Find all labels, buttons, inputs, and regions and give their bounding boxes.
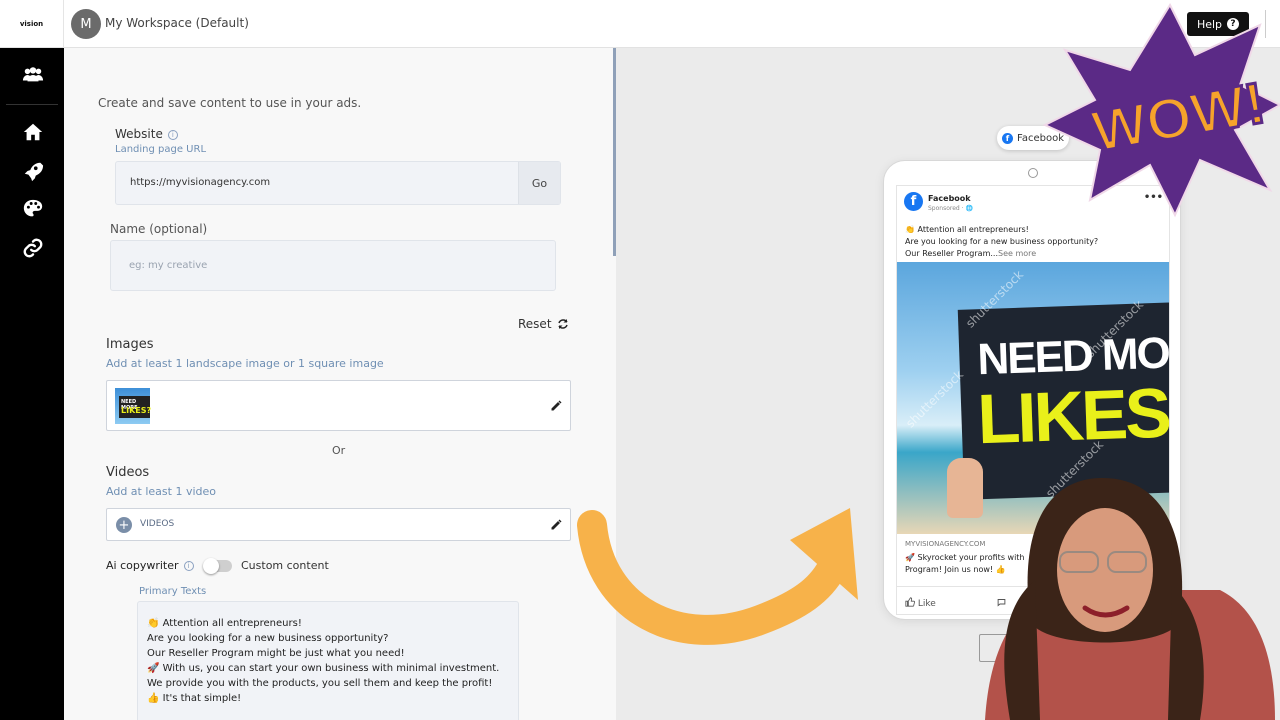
brand-logo[interactable]: vision <box>0 0 64 48</box>
reset-label: Reset <box>518 317 552 331</box>
divider <box>6 104 58 105</box>
primary-text-line: We provide you with the products, you se… <box>147 678 493 689</box>
users-icon[interactable] <box>22 64 44 86</box>
post-domain: MYVISIONAGENCY.COM <box>905 540 986 548</box>
palette-icon[interactable] <box>22 198 44 220</box>
post-page-name: Facebook <box>928 194 971 203</box>
facebook-icon: f <box>1002 132 1013 144</box>
toggle-knob <box>203 558 219 574</box>
post-text-line-with-more: Our Reseller Program...See more <box>905 248 1098 260</box>
website-label-text: Website <box>115 127 163 141</box>
wow-burst-text: WOW! <box>1087 70 1270 164</box>
image-thumbnail[interactable]: NEED MORE LIKES? <box>115 388 152 424</box>
plus-icon[interactable]: + <box>116 517 132 533</box>
custom-content-toggle[interactable] <box>203 558 232 574</box>
workspace-selector[interactable]: My Workspace (Default) <box>105 16 249 30</box>
post-sponsored-label: Sponsored · 🌐 <box>928 205 973 212</box>
rocket-icon[interactable] <box>22 160 44 182</box>
videos-sublabel: Add at least 1 video <box>106 485 216 498</box>
name-label: Name (optional) <box>110 222 208 236</box>
post-headline-line: 🚀 Skyrocket your profits with <box>905 553 1025 562</box>
pencil-icon[interactable] <box>550 519 562 531</box>
pencil-icon[interactable] <box>550 400 562 412</box>
post-headline: 🚀 Skyrocket your profits with Program! J… <box>905 552 1025 576</box>
more-options-icon[interactable]: ••• <box>1144 192 1163 203</box>
info-icon[interactable]: i <box>183 561 194 571</box>
videos-dropzone[interactable]: + VIDEOS <box>106 508 571 541</box>
help-label: Help <box>1196 17 1223 31</box>
workspace-avatar[interactable]: M <box>71 9 101 39</box>
primary-texts-label: Primary Texts <box>139 586 207 597</box>
post-text: 👏 Attention all entrepreneurs! Are you l… <box>905 224 1098 260</box>
post-headline-line: Program! Join us now! 👍 <box>905 565 1006 574</box>
name-input[interactable]: eg: my creative <box>110 240 556 291</box>
website-sublabel: Landing page URL <box>115 144 207 155</box>
ad-post-preview: f Facebook Sponsored · 🌐 ••• 👏 Attention… <box>896 185 1170 615</box>
platform-label: Facebook <box>1017 132 1064 144</box>
like-button[interactable]: Like <box>905 597 936 609</box>
phone-preview: f Facebook Sponsored · 🌐 ••• 👏 Attention… <box>883 160 1181 620</box>
hand-graphic <box>947 458 983 518</box>
sign-text-line2: LIKES? <box>976 372 1170 459</box>
primary-text-line: 👏 Attention all entrepreneurs! <box>147 618 302 629</box>
refresh-icon <box>558 319 569 329</box>
website-label: Website i <box>115 127 178 141</box>
home-icon[interactable] <box>22 121 44 143</box>
images-label: Images <box>106 337 154 352</box>
post-actions-bar: Like <box>897 586 1169 614</box>
like-label: Like <box>917 599 936 609</box>
primary-text-line: Are you looking for a new business oppor… <box>147 633 389 644</box>
or-separator: Or <box>332 444 346 457</box>
custom-content-label: Custom content <box>241 559 329 572</box>
add-videos-label[interactable]: VIDEOS <box>140 519 174 529</box>
website-url-field[interactable]: https://myvisionagency.com Go <box>115 161 561 205</box>
help-button[interactable]: Help ? <box>1187 12 1249 36</box>
primary-text-line: Our Reseller Program might be just what … <box>147 648 405 659</box>
primary-text-line: 👍 It's that simple! <box>147 693 242 704</box>
curved-arrow-graphic <box>577 508 858 645</box>
preview-nav-button[interactable] <box>979 634 1009 662</box>
camera-icon <box>1028 168 1038 178</box>
info-icon[interactable]: i <box>167 129 178 140</box>
post-text-line: 👏 Attention all entrepreneurs! <box>905 225 1029 234</box>
sidebar <box>0 48 64 720</box>
post-image: NEED MORE LIKES? shutterstock shuttersto… <box>897 262 1170 534</box>
thumbs-up-icon <box>905 597 916 607</box>
watermark: shutterstock <box>903 367 967 431</box>
see-more-link[interactable]: See more <box>998 249 1036 258</box>
question-icon: ? <box>1227 18 1240 30</box>
link-icon[interactable] <box>22 237 44 259</box>
videos-label: Videos <box>106 465 150 480</box>
primary-text-area[interactable]: 👏 Attention all entrepreneurs! Are you l… <box>137 601 519 720</box>
comment-icon[interactable] <box>997 598 1006 607</box>
go-button[interactable]: Go <box>518 162 560 204</box>
form-intro: Create and save content to use in your a… <box>98 96 362 110</box>
thumbnail-text-line2: LIKES? <box>121 406 152 415</box>
post-text-line: Our Reseller Program... <box>905 249 998 258</box>
ai-copywriter-label: Ai copywriter i <box>106 559 194 572</box>
name-placeholder: eg: my creative <box>129 260 208 271</box>
facebook-logo-icon: f <box>904 192 923 211</box>
images-sublabel: Add at least 1 landscape image or 1 squa… <box>106 357 384 370</box>
primary-text-line: 🚀 With us, you can start your own busine… <box>147 663 500 674</box>
creative-form-panel: Create and save content to use in your a… <box>64 48 616 720</box>
reset-button[interactable]: Reset <box>518 317 569 331</box>
images-dropzone[interactable]: NEED MORE LIKES? <box>106 380 571 431</box>
divider <box>1265 10 1266 38</box>
top-bar: vision M My Workspace (Default) Help ? <box>0 0 1280 48</box>
platform-selector[interactable]: f Facebook <box>997 126 1069 150</box>
scrollbar-thumb[interactable] <box>613 48 616 256</box>
ai-copywriter-text: Ai copywriter <box>106 559 179 572</box>
post-text-line: Are you looking for a new business oppor… <box>905 237 1099 246</box>
website-url-value: https://myvisionagency.com <box>130 177 271 188</box>
